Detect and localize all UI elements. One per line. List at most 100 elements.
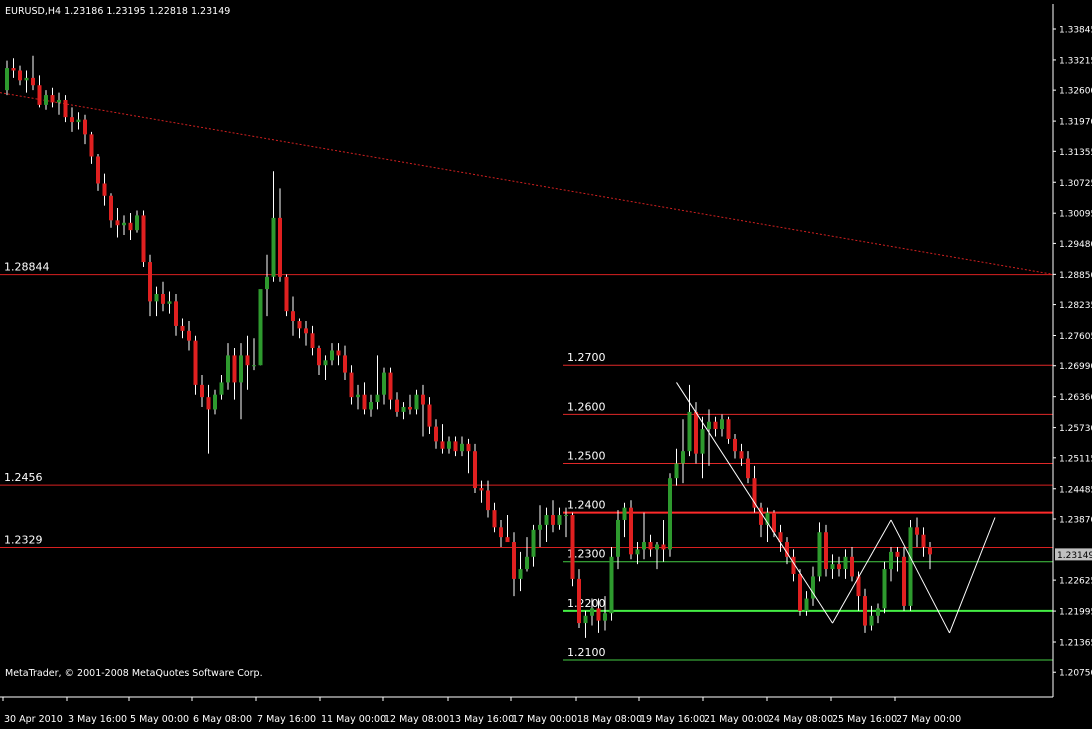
candle-bear	[161, 294, 165, 304]
x-tick-label: 30 Apr 2010	[4, 714, 63, 725]
candle-bear	[141, 215, 146, 263]
candle-bear	[921, 534, 926, 547]
chart-background	[0, 0, 1092, 725]
candle-bear	[928, 546, 932, 555]
candle-bear	[629, 507, 633, 555]
level-label: 1.2500	[567, 449, 606, 462]
candle-bull	[271, 217, 276, 277]
x-tick-label: 11 May 00:00	[321, 714, 386, 725]
candle-bull	[252, 365, 256, 367]
candle-bear	[837, 564, 841, 570]
candle-bear	[512, 542, 516, 579]
candle-bull	[674, 463, 679, 479]
candle-bull	[843, 556, 848, 570]
candle-bear	[713, 421, 718, 430]
candle-bull	[609, 556, 614, 614]
candle-bull	[414, 394, 419, 410]
x-tick-label: 18 May 08:00	[577, 714, 642, 725]
candle-bull	[375, 394, 380, 403]
candle-bull	[167, 301, 172, 304]
candle-bear	[11, 68, 16, 71]
candle-bull	[564, 515, 568, 517]
candle-bull	[44, 95, 48, 105]
candle-bear	[798, 573, 802, 611]
candle-bull	[447, 441, 451, 449]
y-tick-label: 1.31355	[1059, 148, 1092, 158]
candle-bear	[486, 490, 490, 511]
level-label: 1.2100	[567, 646, 606, 659]
candle-bear	[187, 330, 191, 341]
candle-bull	[24, 77, 29, 81]
candle-bear	[200, 384, 204, 398]
candle-bull	[557, 515, 562, 525]
eurusd-h4-chart[interactable]: 1.28844 1.2456 1.2329 1.2700 1.2600 1.2500 1.2…	[0, 0, 1092, 725]
y-tick-label: 1.26990	[1059, 362, 1092, 372]
level-label: 1.28844	[4, 261, 50, 274]
candle-bull	[531, 529, 536, 557]
candle-bear	[206, 397, 211, 410]
candle-bull	[700, 429, 705, 454]
candle-bear	[499, 527, 503, 538]
candle-bull	[635, 549, 640, 555]
candle-bull	[804, 598, 809, 611]
candle-bear	[726, 419, 731, 439]
candle-bear	[18, 70, 22, 81]
candle-bear	[915, 527, 919, 535]
candle-bull	[525, 556, 529, 570]
candle-bull	[226, 355, 230, 383]
candle-bear	[824, 532, 828, 570]
candle-bull	[616, 519, 620, 557]
candle-bull	[622, 507, 627, 520]
candle-bull	[401, 406, 406, 412]
y-tick-label: 1.21995	[1059, 608, 1092, 618]
level-label: 1.2600	[567, 400, 606, 413]
candle-bull	[603, 613, 607, 621]
candle-bear	[479, 488, 484, 491]
candle-bear	[83, 119, 87, 135]
level-label: 1.2200	[567, 597, 606, 610]
y-tick-label: 1.25730	[1059, 424, 1092, 434]
candle-bear	[739, 451, 744, 459]
candle-bear	[388, 372, 393, 400]
candle-bear	[297, 321, 302, 329]
candle-bear	[473, 451, 477, 489]
candle-bull	[239, 355, 243, 383]
candle-bull	[265, 276, 269, 290]
x-tick-label: 13 May 16:00	[449, 714, 514, 725]
candle-bear	[551, 515, 555, 525]
candle-bull	[154, 294, 159, 302]
candle-bull	[668, 478, 672, 550]
candle-bear	[310, 333, 315, 349]
y-tick-label: 1.30095	[1059, 210, 1092, 220]
candle-bull	[544, 515, 549, 525]
candle-bear	[596, 608, 601, 621]
candle-bear	[850, 556, 854, 577]
candle-bear	[193, 340, 198, 385]
candle-bear	[31, 77, 35, 86]
y-tick-label: 1.24485	[1059, 485, 1092, 495]
last-price-label: 1.23149	[1057, 551, 1092, 561]
x-tick-label: 27 May 00:00	[896, 714, 961, 725]
candle-bear	[395, 399, 399, 412]
candle-bear	[466, 443, 471, 452]
candle-bear	[115, 220, 120, 226]
candle-bear	[863, 596, 867, 626]
candle-bear	[362, 394, 367, 410]
x-tick-label: 6 May 08:00	[193, 714, 252, 725]
level-label: 1.2700	[567, 351, 606, 364]
chart-window: 1.28844 1.2456 1.2329 1.2700 1.2600 1.2500 1.2…	[0, 0, 1092, 725]
level-label: 1.2329	[4, 533, 43, 546]
candle-bull	[57, 99, 61, 103]
y-tick-label: 1.20750	[1059, 669, 1092, 679]
x-tick-label: 17 May 00:00	[512, 714, 577, 725]
candle-bear	[128, 222, 133, 231]
candle-bear	[733, 438, 737, 452]
copyright-footer: MetaTrader, © 2001-2008 MetaQuotes Softw…	[5, 668, 263, 679]
candle-bear	[148, 262, 152, 302]
x-tick-label: 21 May 00:00	[704, 714, 769, 725]
candle-bear	[37, 85, 42, 105]
candle-bear	[427, 404, 432, 427]
candle-bull	[882, 569, 887, 609]
candle-bear	[245, 355, 250, 366]
candle-bear	[349, 372, 354, 398]
